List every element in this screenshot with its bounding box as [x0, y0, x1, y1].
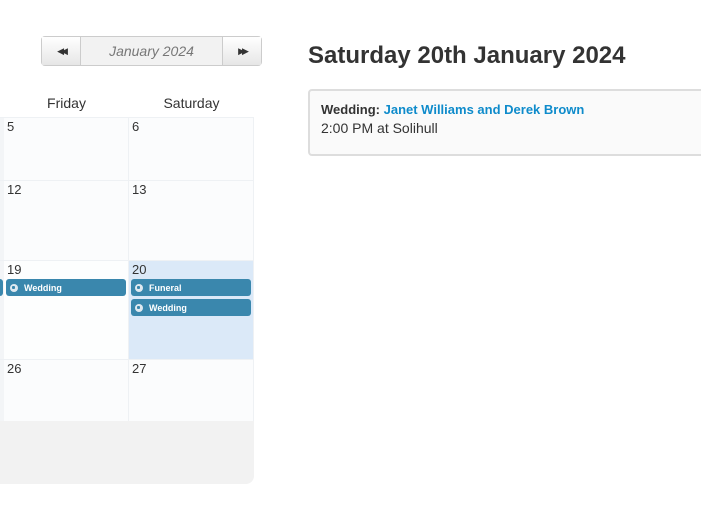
next-month-button[interactable]: ▶▶ [222, 37, 261, 65]
day-number: 19 [7, 262, 22, 277]
week-row: 19 Wedding 20 Funeral Wedding [0, 260, 254, 359]
day-number: 6 [132, 119, 140, 134]
event-label: Wedding [24, 282, 62, 293]
calendar-grid: 5 6 12 13 19 Wedding 20 Funeral Wedding … [0, 117, 254, 422]
weekday-saturday: Saturday [163, 95, 220, 111]
event-type: Wedding: [321, 102, 380, 117]
globe-icon [10, 283, 18, 292]
day-cell-19[interactable]: 19 Wedding [0, 261, 129, 359]
event-time-location: 2:00 PM at Solihull [321, 120, 438, 136]
selected-date-title: Saturday 20th January 2024 [308, 42, 626, 69]
day-number: 20 [132, 262, 147, 277]
day-cell-12[interactable]: 12 [0, 181, 129, 260]
day-number: 12 [7, 182, 22, 197]
event-wedding[interactable]: Wedding [6, 279, 126, 296]
event-label: Wedding [149, 302, 187, 313]
day-number: 5 [7, 119, 15, 134]
day-number: 26 [7, 361, 22, 376]
event-name-link[interactable]: Janet Williams and Derek Brown [384, 102, 585, 117]
month-calendar: Friday Saturday 5 6 12 13 19 Wedding 20 … [0, 90, 254, 484]
week-row: 12 13 [0, 180, 254, 260]
calendar-footer [0, 421, 254, 484]
day-number: 27 [132, 361, 147, 376]
weekday-header: Friday Saturday [0, 90, 254, 118]
day-cell-5[interactable]: 5 [0, 118, 129, 180]
month-navigator: ◀◀ January 2024 ▶▶ [41, 36, 262, 66]
day-cell-27[interactable]: 27 [129, 360, 254, 422]
day-cell-6[interactable]: 6 [129, 118, 254, 180]
day-cell-26[interactable]: 26 [0, 360, 129, 422]
day-cell-20-today[interactable]: 20 Funeral Wedding [129, 261, 254, 359]
event-wedding[interactable]: Wedding [131, 299, 251, 316]
day-cell-13[interactable]: 13 [129, 181, 254, 260]
fast-forward-icon: ▶▶ [238, 45, 249, 56]
previous-month-button[interactable]: ◀◀ [42, 37, 81, 65]
event-funeral[interactable]: Funeral [131, 279, 251, 296]
continued-event-bar[interactable] [0, 279, 3, 296]
globe-icon [135, 303, 143, 312]
event-detail-panel: Wedding: Janet Williams and Derek Brown … [308, 89, 701, 156]
fast-backward-icon: ◀◀ [57, 45, 68, 56]
day-number: 13 [132, 182, 147, 197]
event-heading: Wedding: Janet Williams and Derek Brown [321, 102, 701, 117]
current-month-label: January 2024 [81, 37, 222, 65]
week-row: 5 6 [0, 117, 254, 180]
event-label: Funeral [149, 282, 182, 293]
week-row: 26 27 [0, 359, 254, 422]
globe-icon [135, 283, 143, 292]
weekday-friday: Friday [47, 95, 86, 111]
